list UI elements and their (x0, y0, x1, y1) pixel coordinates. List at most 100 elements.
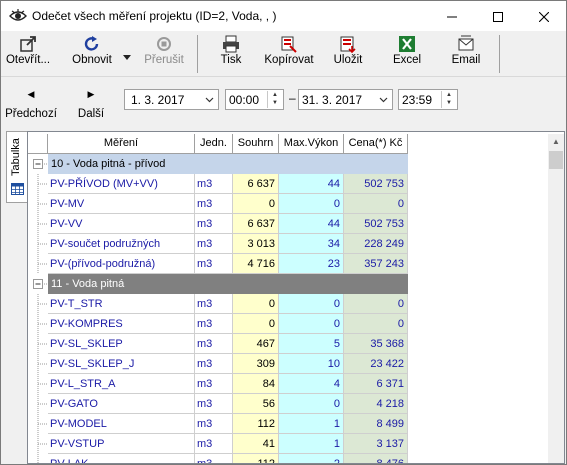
table-row[interactable]: PV-VSTUP m3 41 1 3 137 (28, 434, 548, 454)
unit-cell: m3 (195, 374, 233, 394)
email-label: Email (451, 54, 481, 66)
tree-line-icon (37, 254, 48, 274)
table-row[interactable]: PV-VV m3 6 637 44 502 753 (28, 214, 548, 234)
header-sum[interactable]: Souhrn (233, 134, 279, 154)
max-power-cell: 1 (279, 434, 344, 454)
close-button[interactable] (521, 1, 566, 31)
open-button[interactable]: Otevřít... (3, 33, 53, 73)
tab-table[interactable]: Tabulka (6, 131, 28, 203)
next-button[interactable]: ▶ Další (71, 83, 111, 123)
table-row[interactable]: PV-T_STR m3 0 0 0 (28, 294, 548, 314)
table-row[interactable]: PV-L_STR_A m3 84 4 6 371 (28, 374, 548, 394)
collapse-icon[interactable] (28, 274, 48, 294)
time-to-spinner[interactable]: ▲ ▼ (441, 91, 456, 108)
max-power-cell: 10 (279, 354, 344, 374)
price-cell: 228 249 (344, 234, 408, 254)
scroll-up-icon[interactable]: ▲ (548, 134, 564, 150)
title-bar: Odečet všech měření projektu (ID=2, Voda… (1, 1, 566, 31)
tree-line-icon (37, 454, 39, 463)
measurement-name: PV-T_STR (48, 294, 195, 314)
table-row[interactable]: PV-LAK m3 112 2 8 476 (28, 454, 548, 463)
copy-button[interactable]: Kopírovat (263, 33, 315, 73)
max-power-cell: 34 (279, 234, 344, 254)
table-row[interactable]: PV-SL_SKLEP_J m3 309 10 23 422 (28, 354, 548, 374)
date-from-value: 1. 3. 2017 (131, 93, 185, 107)
price-cell: 35 368 (344, 334, 408, 354)
sum-cell: 56 (233, 394, 279, 414)
table-row[interactable]: PV-SL_SKLEP m3 467 5 35 368 (28, 334, 548, 354)
vertical-scrollbar[interactable]: ▲ (548, 134, 564, 463)
sum-cell: 0 (233, 314, 279, 334)
minimize-button[interactable] (429, 1, 475, 31)
price-cell: 4 218 (344, 394, 408, 414)
table-row[interactable]: PV-součet podružných m3 3 013 34 228 249 (28, 234, 548, 254)
copy-icon (281, 36, 297, 53)
email-button[interactable]: Email (441, 33, 491, 73)
table-row[interactable]: PV-KOMPRES m3 0 0 0 (28, 314, 548, 334)
table-row[interactable]: PV-(přívod-podružná) m3 4 716 23 357 243 (28, 254, 548, 274)
spin-up-icon[interactable]: ▲ (442, 91, 456, 99)
app-window: Odečet všech měření projektu (ID=2, Voda… (0, 0, 567, 465)
print-button[interactable]: Tisk (206, 33, 256, 73)
unit-cell: m3 (195, 414, 233, 434)
unit-cell: m3 (195, 394, 233, 414)
refresh-button[interactable]: Obnovit (67, 33, 117, 73)
sum-cell: 41 (233, 434, 279, 454)
spin-down-icon[interactable]: ▼ (268, 99, 282, 107)
header-max-power[interactable]: Max.Výkon (279, 134, 344, 154)
stop-label: Přerušit (144, 54, 184, 66)
excel-icon (399, 36, 415, 52)
max-power-cell: 0 (279, 294, 344, 314)
measurement-name: PV-L_STR_A (48, 374, 195, 394)
max-power-cell: 4 (279, 374, 344, 394)
header-unit[interactable]: Jedn. (195, 134, 233, 154)
save-button[interactable]: Uložit (323, 33, 373, 73)
date-from-picker[interactable]: 1. 3. 2017 (124, 89, 219, 110)
group-row[interactable]: 10 - Voda pitná - přívod (28, 154, 548, 174)
refresh-dropdown[interactable] (119, 33, 135, 73)
unit-cell: m3 (195, 434, 233, 454)
chevron-down-icon (123, 55, 131, 60)
measurement-name: PV-LAK (48, 454, 195, 463)
tree-line-icon (37, 194, 48, 214)
chevron-down-icon (205, 97, 214, 103)
table-row[interactable]: PV-MODEL m3 112 1 8 499 (28, 414, 548, 434)
tree-line-icon (37, 234, 48, 254)
table-row[interactable]: PV-MV m3 0 0 0 (28, 194, 548, 214)
minimize-icon (447, 16, 457, 18)
range-separator: – (289, 91, 296, 105)
unit-cell: m3 (195, 194, 233, 214)
tree-line-icon (37, 434, 48, 454)
date-to-picker[interactable]: 31. 3. 2017 (298, 89, 393, 110)
time-from-input[interactable]: 00:00 ▲ ▼ (225, 89, 284, 110)
excel-button[interactable]: Excel (382, 33, 432, 73)
sum-cell: 112 (233, 454, 279, 463)
toolbar: Otevřít... Obnovit Přerušit Tisk Kopírov… (1, 31, 566, 75)
sum-cell: 0 (233, 294, 279, 314)
scrollbar-thumb[interactable] (549, 151, 563, 169)
spin-up-icon[interactable]: ▲ (268, 91, 282, 99)
time-from-spinner[interactable]: ▲ ▼ (267, 91, 282, 108)
print-label: Tisk (220, 54, 242, 66)
price-cell: 502 753 (344, 174, 408, 194)
stop-button[interactable]: Přerušit (139, 33, 189, 73)
time-from-value: 00:00 (229, 93, 260, 107)
unit-cell: m3 (195, 314, 233, 334)
sum-cell: 112 (233, 414, 279, 434)
tree-line-icon (37, 294, 48, 314)
maximize-button[interactable] (475, 1, 521, 31)
spin-down-icon[interactable]: ▼ (442, 99, 456, 107)
time-to-input[interactable]: 23:59 ▲ ▼ (398, 89, 458, 110)
table-row[interactable]: PV-GATO m3 56 0 4 218 (28, 394, 548, 414)
header-measurement[interactable]: Měření (48, 134, 195, 154)
max-power-cell: 44 (279, 174, 344, 194)
header-price[interactable]: Cena(*) Kč (344, 134, 408, 154)
table-row[interactable]: PV-PŘÍVOD (MV+VV) m3 6 637 44 502 753 (28, 174, 548, 194)
window-title: Odečet všech měření projektu (ID=2, Voda… (32, 9, 277, 23)
refresh-label: Obnovit (72, 54, 112, 66)
collapse-icon[interactable] (28, 154, 48, 174)
max-power-cell: 5 (279, 334, 344, 354)
previous-button[interactable]: ◀ Předchozí (5, 83, 57, 123)
max-power-cell: 0 (279, 394, 344, 414)
group-row[interactable]: 11 - Voda pitná (28, 274, 548, 294)
